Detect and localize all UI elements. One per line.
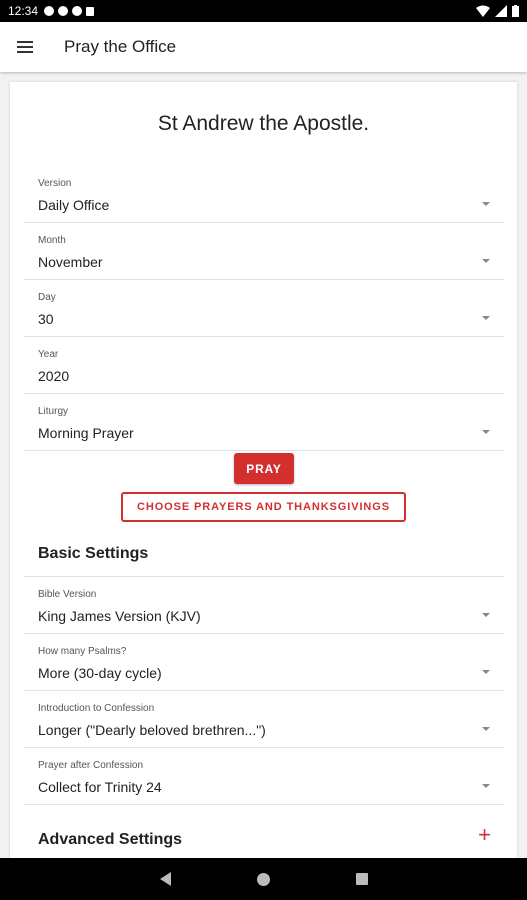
dropdown-arrow-icon (482, 316, 490, 320)
dropdown-arrow-icon (482, 202, 490, 206)
field-value: November (38, 254, 103, 270)
day-select[interactable]: Day 30 (24, 280, 504, 337)
recent-apps-icon[interactable] (355, 873, 368, 885)
system-nav-bar (0, 858, 527, 900)
field-label: Introduction to Confession (38, 703, 155, 714)
field-label: How many Psalms? (38, 646, 127, 657)
dropdown-arrow-icon (482, 670, 490, 674)
liturgy-select[interactable]: Liturgy Morning Prayer (24, 394, 504, 451)
basic-settings-heading: Basic Settings (38, 545, 149, 562)
status-time: 12:34 (8, 4, 39, 18)
month-select[interactable]: Month November (24, 223, 504, 280)
home-icon[interactable] (256, 872, 270, 886)
field-label: Month (38, 235, 66, 246)
field-value: 2020 (38, 368, 70, 384)
dropdown-arrow-icon (482, 613, 490, 617)
wifi-icon (476, 5, 490, 17)
choose-prayers-button[interactable]: CHOOSE PRAYERS AND THANKSGIVINGS (121, 492, 406, 522)
field-value: More (30-day cycle) (38, 665, 162, 681)
field-value: King James Version (KJV) (38, 608, 201, 624)
dropdown-arrow-icon (482, 784, 490, 788)
field-label: Prayer after Confession (38, 760, 144, 771)
feast-title: St Andrew the Apostle. (157, 112, 370, 135)
status-bar: 12:34 (0, 0, 527, 22)
field-label: Year (38, 349, 59, 360)
psalms-select[interactable]: How many Psalms? More (30-day cycle) (24, 634, 504, 691)
intro-confession-select[interactable]: Introduction to Confession Longer ("Dear… (24, 691, 504, 748)
main-card: St Andrew the Apostle. Version Daily Off… (10, 82, 517, 858)
field-value: Morning Prayer (38, 425, 134, 441)
app-bar: Pray the Office (0, 22, 527, 72)
field-label: Bible Version (38, 589, 97, 600)
field-label: Version (38, 178, 72, 189)
pray-button[interactable]: PRAY (234, 453, 294, 484)
notification-icon (72, 6, 83, 16)
year-field[interactable]: Year 2020 (24, 337, 504, 394)
prayer-after-confession-select[interactable]: Prayer after Confession Collect for Trin… (24, 748, 504, 805)
expand-plus-icon[interactable]: + (478, 824, 491, 846)
notification-icon (44, 6, 55, 16)
field-value: Collect for Trinity 24 (38, 779, 162, 795)
back-icon[interactable] (159, 872, 171, 886)
dropdown-arrow-icon (482, 259, 490, 263)
field-value: 30 (38, 311, 54, 327)
field-value: Longer ("Dearly beloved brethren...") (38, 722, 266, 738)
app-title: Pray the Office (64, 37, 177, 56)
bible-version-select[interactable]: Bible Version King James Version (KJV) (24, 577, 504, 634)
cell-signal-icon (495, 5, 507, 17)
field-value: Daily Office (38, 197, 110, 213)
hamburger-icon[interactable] (14, 35, 38, 59)
dropdown-arrow-icon (482, 430, 490, 434)
battery-icon (512, 5, 519, 17)
field-label: Liturgy (38, 406, 69, 417)
field-label: Day (38, 292, 56, 303)
sd-card-icon (86, 6, 95, 16)
version-select[interactable]: Version Daily Office (24, 166, 504, 223)
dropdown-arrow-icon (482, 727, 490, 731)
advanced-settings-heading[interactable]: Advanced Settings (38, 831, 182, 849)
notification-icon (58, 6, 69, 16)
